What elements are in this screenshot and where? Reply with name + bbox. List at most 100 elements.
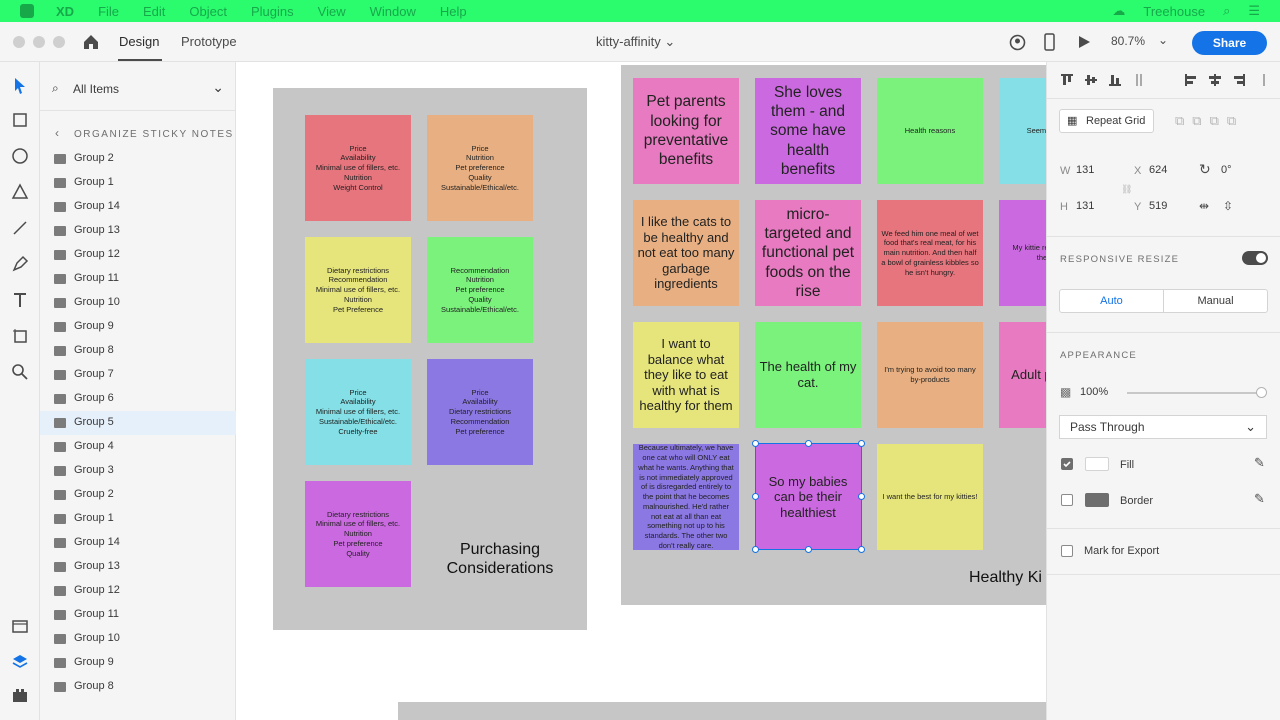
- layer-item[interactable]: Group 10: [40, 627, 236, 651]
- layer-item[interactable]: Group 7: [40, 363, 236, 387]
- text-tool-icon[interactable]: [10, 290, 30, 310]
- tab-design[interactable]: Design: [119, 34, 159, 49]
- sticky-note[interactable]: We feed him one meal of wet food that's …: [877, 200, 983, 306]
- responsive-resize-toggle[interactable]: [1242, 251, 1268, 265]
- layer-item[interactable]: Group 3: [40, 459, 236, 483]
- layer-item[interactable]: Group 5: [40, 411, 236, 435]
- layer-item[interactable]: Group 8: [40, 675, 236, 699]
- manual-segment[interactable]: Manual: [1163, 289, 1268, 313]
- repeat-grid-button[interactable]: ▦ Repeat Grid: [1059, 109, 1154, 133]
- sticky-note[interactable]: Price Nutrition Pet preference Quality S…: [427, 115, 533, 221]
- sticky-note[interactable]: I'm trying to avoid too many by-products: [877, 322, 983, 428]
- layer-item[interactable]: Group 14: [40, 195, 236, 219]
- border-swatch[interactable]: [1085, 493, 1109, 507]
- selection-box[interactable]: [752, 440, 865, 553]
- layers-panel-icon[interactable]: [10, 652, 30, 672]
- zoom-chevron-icon[interactable]: ⌄: [1158, 33, 1168, 47]
- flip-vertical-icon[interactable]: ⇳: [1223, 199, 1233, 213]
- fill-checkbox[interactable]: [1061, 458, 1073, 470]
- plugins-panel-icon[interactable]: [10, 686, 30, 706]
- zoom-tool-icon[interactable]: [10, 362, 30, 382]
- sticky-note[interactable]: Price Availability Minimal use of filler…: [305, 115, 411, 221]
- mobile-preview-icon[interactable]: [1044, 33, 1055, 51]
- menu-plugins[interactable]: Plugins: [251, 4, 294, 19]
- artboard-tool-icon[interactable]: [10, 326, 30, 346]
- blend-mode-select[interactable]: Pass Through ⌄: [1059, 415, 1267, 439]
- layer-item[interactable]: Group 9: [40, 315, 236, 339]
- menu-window[interactable]: Window: [370, 4, 416, 19]
- resize-handle[interactable]: [858, 493, 865, 500]
- sticky-note[interactable]: Dietary restrictions Minimal use of fill…: [305, 481, 411, 587]
- creative-cloud-icon[interactable]: ☁: [1112, 3, 1125, 19]
- select-tool-icon[interactable]: [10, 76, 30, 96]
- pen-tool-icon[interactable]: [10, 254, 30, 274]
- width-field[interactable]: 131: [1076, 164, 1094, 176]
- sticky-note[interactable]: I want the best for my kitties!: [877, 444, 983, 550]
- share-button[interactable]: Share: [1192, 31, 1267, 55]
- resize-handle[interactable]: [858, 440, 865, 447]
- layer-item[interactable]: Group 12: [40, 579, 236, 603]
- auto-segment[interactable]: Auto: [1059, 289, 1164, 313]
- zoom-level[interactable]: 80.7%: [1111, 34, 1145, 48]
- maximize-window-button[interactable]: [53, 36, 65, 48]
- sticky-note[interactable]: Adult pets in k: [999, 322, 1046, 428]
- layer-item[interactable]: Group 13: [40, 555, 236, 579]
- layer-item[interactable]: Group 6: [40, 387, 236, 411]
- eyedropper-icon[interactable]: ✎: [1254, 491, 1265, 507]
- layer-item[interactable]: Group 8: [40, 339, 236, 363]
- design-canvas[interactable]: Price Availability Minimal use of filler…: [236, 62, 1046, 720]
- sticky-note[interactable]: micro-targeted and functional pet foods …: [755, 200, 861, 306]
- align-vertical-icons[interactable]: [1059, 72, 1159, 88]
- border-checkbox[interactable]: [1061, 494, 1073, 506]
- layer-item[interactable]: Group 4: [40, 435, 236, 459]
- artboard-lower[interactable]: [398, 702, 1046, 720]
- sticky-note[interactable]: Price Availability Dietary restrictions …: [427, 359, 533, 465]
- sticky-note[interactable]: My kittie restrictio better these typ: [999, 200, 1046, 306]
- resize-handle[interactable]: [752, 546, 759, 553]
- align-horizontal-icons[interactable]: [1183, 72, 1273, 88]
- user-name[interactable]: Treehouse: [1143, 4, 1205, 19]
- height-field[interactable]: 131: [1076, 200, 1094, 212]
- sticky-note[interactable]: Price Availability Minimal use of filler…: [305, 359, 411, 465]
- sticky-note[interactable]: Recommendation Nutrition Pet preference …: [427, 237, 533, 343]
- sticky-note[interactable]: I want to balance what they like to eat …: [633, 322, 739, 428]
- mark-for-export-checkbox[interactable]: [1061, 545, 1073, 557]
- layer-item[interactable]: Group 14: [40, 531, 236, 555]
- minimize-window-button[interactable]: [33, 36, 45, 48]
- sticky-note[interactable]: Seem thoug he: [999, 78, 1046, 184]
- spotlight-icon[interactable]: ⌕: [1223, 3, 1230, 19]
- menu-view[interactable]: View: [318, 4, 346, 19]
- polygon-tool-icon[interactable]: [10, 182, 30, 202]
- sticky-note[interactable]: The health of my cat.: [755, 322, 861, 428]
- sticky-note[interactable]: She loves them - and some have health be…: [755, 78, 861, 184]
- line-tool-icon[interactable]: [10, 218, 30, 238]
- layer-item[interactable]: Group 2: [40, 483, 236, 507]
- sticky-note[interactable]: I like the cats to be healthy and not ea…: [633, 200, 739, 306]
- menu-list-icon[interactable]: ☰: [1248, 3, 1260, 19]
- back-chevron-icon[interactable]: ‹: [55, 126, 59, 140]
- play-icon[interactable]: [1077, 35, 1091, 49]
- eyedropper-icon[interactable]: ✎: [1254, 455, 1265, 471]
- layer-item[interactable]: Group 1: [40, 171, 236, 195]
- filter-chevron-icon[interactable]: ⌄: [212, 79, 224, 96]
- fill-swatch[interactable]: [1085, 457, 1109, 471]
- rotation-field[interactable]: 0°: [1221, 164, 1232, 176]
- layer-item[interactable]: Group 10: [40, 291, 236, 315]
- layer-item[interactable]: Group 2: [40, 147, 236, 171]
- layer-item[interactable]: Group 1: [40, 507, 236, 531]
- y-field[interactable]: 519: [1149, 200, 1167, 212]
- layer-item[interactable]: Group 11: [40, 603, 236, 627]
- lock-aspect-icon[interactable]: ⛓: [1121, 184, 1132, 195]
- assets-panel-icon[interactable]: [10, 616, 30, 636]
- resize-handle[interactable]: [805, 440, 812, 447]
- layer-item[interactable]: Group 11: [40, 267, 236, 291]
- home-icon[interactable]: [82, 33, 100, 51]
- layer-item[interactable]: Group 9: [40, 651, 236, 675]
- flip-horizontal-icon[interactable]: ⇹: [1199, 199, 1209, 213]
- opacity-slider-thumb[interactable]: [1256, 387, 1267, 398]
- resize-handle[interactable]: [858, 546, 865, 553]
- artboard-purchasing-considerations[interactable]: Price Availability Minimal use of filler…: [273, 88, 587, 630]
- layers-search[interactable]: ⌕ All Items ⌄: [52, 78, 224, 100]
- opacity-slider-track[interactable]: [1127, 392, 1262, 394]
- sticky-note[interactable]: Because ultimately, we have one cat who …: [633, 443, 739, 550]
